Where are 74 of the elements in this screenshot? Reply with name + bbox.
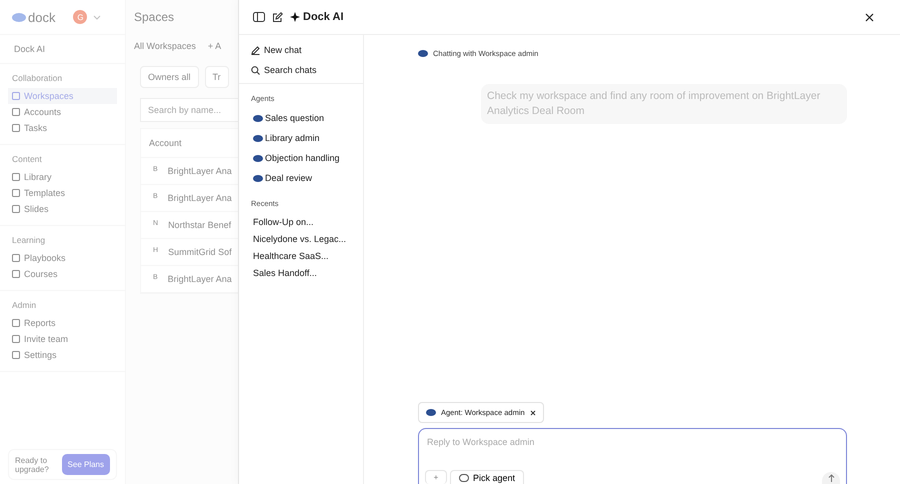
sidebar-item[interactable]: Accounts bbox=[8, 104, 117, 120]
filter-dropdown[interactable]: Tr bbox=[204, 66, 229, 88]
sidebar-item[interactable]: Library bbox=[8, 169, 117, 185]
sidebar-item[interactable]: Playbooks bbox=[8, 250, 117, 266]
pill-icon bbox=[253, 114, 263, 122]
edit-icon[interactable] bbox=[272, 12, 283, 22]
recent-chat-item[interactable]: Healthcare SaaS... bbox=[239, 248, 363, 265]
pill-icon bbox=[12, 12, 26, 22]
square-icon bbox=[12, 108, 20, 116]
sidebar-item[interactable]: Courses bbox=[8, 266, 117, 282]
filter-dropdown[interactable]: Owners all bbox=[140, 66, 199, 88]
sidebar-item[interactable]: Tasks bbox=[8, 120, 117, 136]
sidebar-item[interactable]: Invite team bbox=[8, 331, 117, 347]
workspace-avatar[interactable]: G bbox=[73, 10, 88, 24]
see-plans-button[interactable]: See Plans bbox=[62, 454, 110, 475]
sidebar-item[interactable]: Workspaces bbox=[8, 88, 117, 104]
tab[interactable]: All Workspaces bbox=[134, 41, 196, 51]
table-cell: BrightLayer Ana bbox=[168, 193, 232, 203]
sparkle-icon bbox=[290, 12, 300, 22]
search-field[interactable]: Search by name... bbox=[140, 98, 238, 122]
recent-chat-item[interactable]: Follow-Up on... bbox=[239, 214, 363, 231]
recent-chat-item[interactable]: Nicelydone vs. Legac... bbox=[239, 231, 363, 248]
section-heading: Collaboration bbox=[11, 72, 64, 85]
agent-item[interactable]: Objection handling bbox=[239, 149, 363, 169]
square-icon bbox=[12, 173, 20, 181]
pill-icon bbox=[426, 409, 436, 416]
recent-chat-item[interactable]: Sales Handoff... bbox=[239, 265, 363, 282]
pill-icon bbox=[253, 134, 263, 142]
close-icon[interactable] bbox=[530, 410, 536, 416]
pencil-icon bbox=[251, 46, 260, 54]
menu-item[interactable]: Search chats bbox=[239, 61, 363, 81]
tab[interactable]: + A bbox=[208, 41, 222, 51]
arrow-up-icon bbox=[828, 474, 834, 482]
reply-field[interactable]: Reply to Workspace admin + Pick agent bbox=[418, 428, 847, 484]
section-heading: Content bbox=[11, 153, 43, 166]
agent-item[interactable]: Deal review bbox=[239, 169, 363, 189]
pick-agent-button[interactable]: Pick agent bbox=[450, 470, 524, 484]
table-cell: BrightLayer Ana bbox=[168, 274, 232, 284]
sidebar-item[interactable]: Dock AI bbox=[0, 35, 125, 64]
pill-icon bbox=[418, 50, 428, 57]
send-button[interactable] bbox=[822, 472, 840, 484]
upgrade-text: Ready to upgrade? bbox=[15, 456, 50, 474]
sidebar-item[interactable]: Settings bbox=[8, 347, 117, 363]
square-icon bbox=[12, 351, 20, 359]
sidebar-toggle-icon[interactable] bbox=[253, 12, 265, 22]
message-bubble: Check my workspace and find any room of improvement on BrightLayer Analytics Deal Room bbox=[481, 84, 847, 124]
table-cell: SummitGrid Sof bbox=[168, 247, 232, 257]
square-icon bbox=[12, 92, 20, 100]
sidebar-item[interactable]: Templates bbox=[8, 185, 117, 201]
sidebar-item[interactable]: Slides bbox=[8, 201, 117, 217]
square-icon bbox=[12, 270, 20, 278]
agent-item[interactable]: Library admin bbox=[239, 129, 363, 149]
panel-title: Dock AI bbox=[290, 11, 344, 23]
square-icon bbox=[12, 319, 20, 327]
table-cell: BrightLayer Ana bbox=[168, 166, 232, 176]
section-heading: Learning bbox=[11, 234, 46, 247]
pill-icon bbox=[253, 154, 263, 162]
add-button[interactable]: + bbox=[425, 470, 447, 484]
square-icon bbox=[12, 205, 20, 213]
square-icon bbox=[12, 189, 20, 197]
square-icon bbox=[12, 124, 20, 132]
pill-icon bbox=[253, 174, 263, 182]
table-cell: Northstar Benef bbox=[168, 220, 232, 230]
section-heading: Admin bbox=[11, 299, 38, 312]
close-icon[interactable] bbox=[865, 12, 874, 22]
agent-icon bbox=[459, 474, 469, 482]
logo-text: dock bbox=[28, 10, 56, 24]
menu-item[interactable]: New chat bbox=[239, 41, 363, 61]
sidebar-item[interactable]: Reports bbox=[8, 315, 117, 331]
square-icon bbox=[12, 254, 20, 262]
square-icon bbox=[12, 335, 20, 343]
search-icon bbox=[251, 66, 260, 74]
agent-item[interactable]: Sales question bbox=[239, 109, 363, 129]
page-title: Spaces bbox=[134, 9, 176, 26]
